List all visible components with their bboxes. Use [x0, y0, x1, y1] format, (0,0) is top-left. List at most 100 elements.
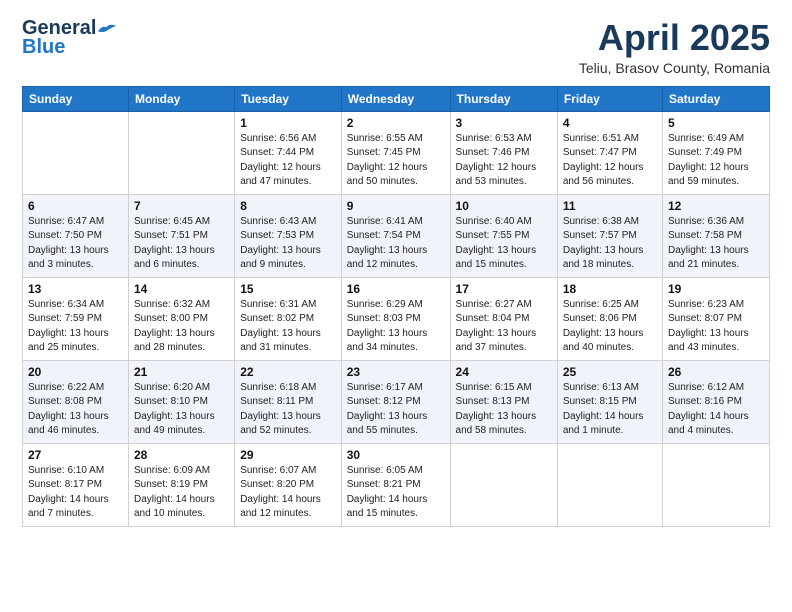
calendar-cell: 2 Sunrise: 6:55 AMSunset: 7:45 PMDaylight…	[341, 111, 450, 194]
calendar-cell: 22Sunrise: 6:18 AMSunset: 8:11 PMDayligh…	[235, 360, 342, 443]
day-info: Sunrise: 6:31 AMSunset: 8:02 PMDaylight:…	[240, 298, 336, 356]
col-sunday: Sunday	[23, 86, 129, 111]
day-number: 5	[668, 116, 764, 130]
day-info: Sunrise: 6:47 AMSunset: 7:50 PMDaylight:…	[28, 215, 123, 273]
calendar-cell: 12 Sunrise: 6:36 AMSunset: 7:58 PMDayligh…	[662, 194, 769, 277]
day-info: Sunrise: 6:17 AMSunset: 8:12 PMDaylight:…	[347, 381, 445, 439]
calendar-cell: 9 Sunrise: 6:41 AMSunset: 7:54 PMDaylight…	[341, 194, 450, 277]
logo: General Blue	[22, 18, 116, 59]
day-info: Sunrise: 6:15 AMSunset: 8:13 PMDaylight:…	[456, 381, 552, 439]
day-number: 30	[347, 448, 445, 462]
calendar-cell: 29 Sunrise: 6:07 AMSunset: 8:20 PMDayligh…	[235, 443, 342, 526]
day-info: Sunrise: 6:43 AMSunset: 7:53 PMDaylight:…	[240, 215, 336, 273]
calendar-cell: 19 Sunrise: 6:23 AMSunset: 8:07 PMDayligh…	[662, 277, 769, 360]
day-info: Sunrise: 6:09 AMSunset: 8:19 PMDaylight:…	[134, 464, 229, 522]
day-number: 23	[347, 365, 445, 379]
day-info: Sunrise: 6:38 AMSunset: 7:57 PMDaylight:…	[563, 215, 657, 273]
calendar-cell: 11 Sunrise: 6:38 AMSunset: 7:57 PMDayligh…	[557, 194, 662, 277]
day-number: 7	[134, 199, 229, 213]
day-info: Sunrise: 6:25 AMSunset: 8:06 PMDaylight:…	[563, 298, 657, 356]
day-info: Sunrise: 6:40 AMSunset: 7:55 PMDaylight:…	[456, 215, 552, 273]
day-number: 28	[134, 448, 229, 462]
calendar-cell: 16 Sunrise: 6:29 AMSunset: 8:03 PMDayligh…	[341, 277, 450, 360]
calendar-week-1: 1 Sunrise: 6:56 AMSunset: 7:44 PMDaylight…	[23, 111, 770, 194]
day-info: Sunrise: 6:13 AMSunset: 8:15 PMDaylight:…	[563, 381, 657, 439]
day-number: 3	[456, 116, 552, 130]
calendar-cell: 14Sunrise: 6:32 AMSunset: 8:00 PMDayligh…	[128, 277, 234, 360]
day-number: 10	[456, 199, 552, 213]
calendar-cell: 10 Sunrise: 6:40 AMSunset: 7:55 PMDayligh…	[450, 194, 557, 277]
day-number: 9	[347, 199, 445, 213]
logo-blue: Blue	[22, 36, 65, 59]
day-info: Sunrise: 6:23 AMSunset: 8:07 PMDaylight:…	[668, 298, 764, 356]
calendar-cell: 30 Sunrise: 6:05 AMSunset: 8:21 PMDayligh…	[341, 443, 450, 526]
logo-general: General	[22, 18, 96, 38]
day-number: 15	[240, 282, 336, 296]
day-info: Sunrise: 6:32 AMSunset: 8:00 PMDaylight:…	[134, 298, 229, 356]
day-number: 19	[668, 282, 764, 296]
calendar-cell: 27Sunrise: 6:10 AMSunset: 8:17 PMDayligh…	[23, 443, 129, 526]
calendar-week-4: 20Sunrise: 6:22 AMSunset: 8:08 PMDayligh…	[23, 360, 770, 443]
day-number: 1	[240, 116, 336, 130]
day-info: Sunrise: 6:29 AMSunset: 8:03 PMDaylight:…	[347, 298, 445, 356]
title-month: April 2025	[579, 18, 770, 58]
day-number: 18	[563, 282, 657, 296]
day-info: Sunrise: 6:34 AMSunset: 7:59 PMDaylight:…	[28, 298, 123, 356]
day-number: 6	[28, 199, 123, 213]
day-info: Sunrise: 6:55 AMSunset: 7:45 PMDaylight:…	[347, 132, 445, 190]
day-number: 26	[668, 365, 764, 379]
calendar-week-3: 13Sunrise: 6:34 AMSunset: 7:59 PMDayligh…	[23, 277, 770, 360]
calendar-cell	[662, 443, 769, 526]
day-info: Sunrise: 6:45 AMSunset: 7:51 PMDaylight:…	[134, 215, 229, 273]
title-block: April 2025 Teliu, Brasov County, Romania	[579, 18, 770, 76]
calendar-cell: 21 Sunrise: 6:20 AMSunset: 8:10 PMDayligh…	[128, 360, 234, 443]
calendar-cell: 24 Sunrise: 6:15 AMSunset: 8:13 PMDayligh…	[450, 360, 557, 443]
col-friday: Friday	[557, 86, 662, 111]
day-info: Sunrise: 6:27 AMSunset: 8:04 PMDaylight:…	[456, 298, 552, 356]
calendar-header-row: Sunday Monday Tuesday Wednesday Thursday…	[23, 86, 770, 111]
col-wednesday: Wednesday	[341, 86, 450, 111]
page: General Blue April 2025 Teliu, Brasov Co…	[0, 0, 792, 612]
day-info: Sunrise: 6:12 AMSunset: 8:16 PMDaylight:…	[668, 381, 764, 439]
calendar-cell: 6 Sunrise: 6:47 AMSunset: 7:50 PMDaylight…	[23, 194, 129, 277]
day-number: 24	[456, 365, 552, 379]
day-info: Sunrise: 6:36 AMSunset: 7:58 PMDaylight:…	[668, 215, 764, 273]
calendar-cell: 13Sunrise: 6:34 AMSunset: 7:59 PMDayligh…	[23, 277, 129, 360]
day-number: 22	[240, 365, 336, 379]
day-info: Sunrise: 6:56 AMSunset: 7:44 PMDaylight:…	[240, 132, 336, 190]
day-number: 16	[347, 282, 445, 296]
day-number: 12	[668, 199, 764, 213]
calendar-cell	[128, 111, 234, 194]
calendar-cell: 20Sunrise: 6:22 AMSunset: 8:08 PMDayligh…	[23, 360, 129, 443]
col-saturday: Saturday	[662, 86, 769, 111]
day-info: Sunrise: 6:53 AMSunset: 7:46 PMDaylight:…	[456, 132, 552, 190]
calendar-cell	[450, 443, 557, 526]
day-number: 8	[240, 199, 336, 213]
day-number: 29	[240, 448, 336, 462]
calendar-cell: 15 Sunrise: 6:31 AMSunset: 8:02 PMDayligh…	[235, 277, 342, 360]
day-number: 17	[456, 282, 552, 296]
day-number: 27	[28, 448, 123, 462]
day-number: 21	[134, 365, 229, 379]
day-info: Sunrise: 6:49 AMSunset: 7:49 PMDaylight:…	[668, 132, 764, 190]
calendar-cell	[557, 443, 662, 526]
calendar-cell: 3 Sunrise: 6:53 AMSunset: 7:46 PMDaylight…	[450, 111, 557, 194]
day-number: 4	[563, 116, 657, 130]
day-info: Sunrise: 6:41 AMSunset: 7:54 PMDaylight:…	[347, 215, 445, 273]
day-number: 2	[347, 116, 445, 130]
day-info: Sunrise: 6:20 AMSunset: 8:10 PMDaylight:…	[134, 381, 229, 439]
calendar-table: Sunday Monday Tuesday Wednesday Thursday…	[22, 86, 770, 527]
calendar-cell: 5 Sunrise: 6:49 AMSunset: 7:49 PMDaylight…	[662, 111, 769, 194]
day-number: 20	[28, 365, 123, 379]
day-number: 11	[563, 199, 657, 213]
calendar-cell: 4 Sunrise: 6:51 AMSunset: 7:47 PMDaylight…	[557, 111, 662, 194]
logo-bird-icon	[98, 22, 116, 36]
logo-text: General	[22, 18, 116, 38]
day-info: Sunrise: 6:05 AMSunset: 8:21 PMDaylight:…	[347, 464, 445, 522]
calendar-cell: 23 Sunrise: 6:17 AMSunset: 8:12 PMDayligh…	[341, 360, 450, 443]
day-info: Sunrise: 6:51 AMSunset: 7:47 PMDaylight:…	[563, 132, 657, 190]
calendar-cell: 7 Sunrise: 6:45 AMSunset: 7:51 PMDaylight…	[128, 194, 234, 277]
day-info: Sunrise: 6:07 AMSunset: 8:20 PMDaylight:…	[240, 464, 336, 522]
calendar-cell: 17 Sunrise: 6:27 AMSunset: 8:04 PMDayligh…	[450, 277, 557, 360]
calendar-cell: 28 Sunrise: 6:09 AMSunset: 8:19 PMDayligh…	[128, 443, 234, 526]
